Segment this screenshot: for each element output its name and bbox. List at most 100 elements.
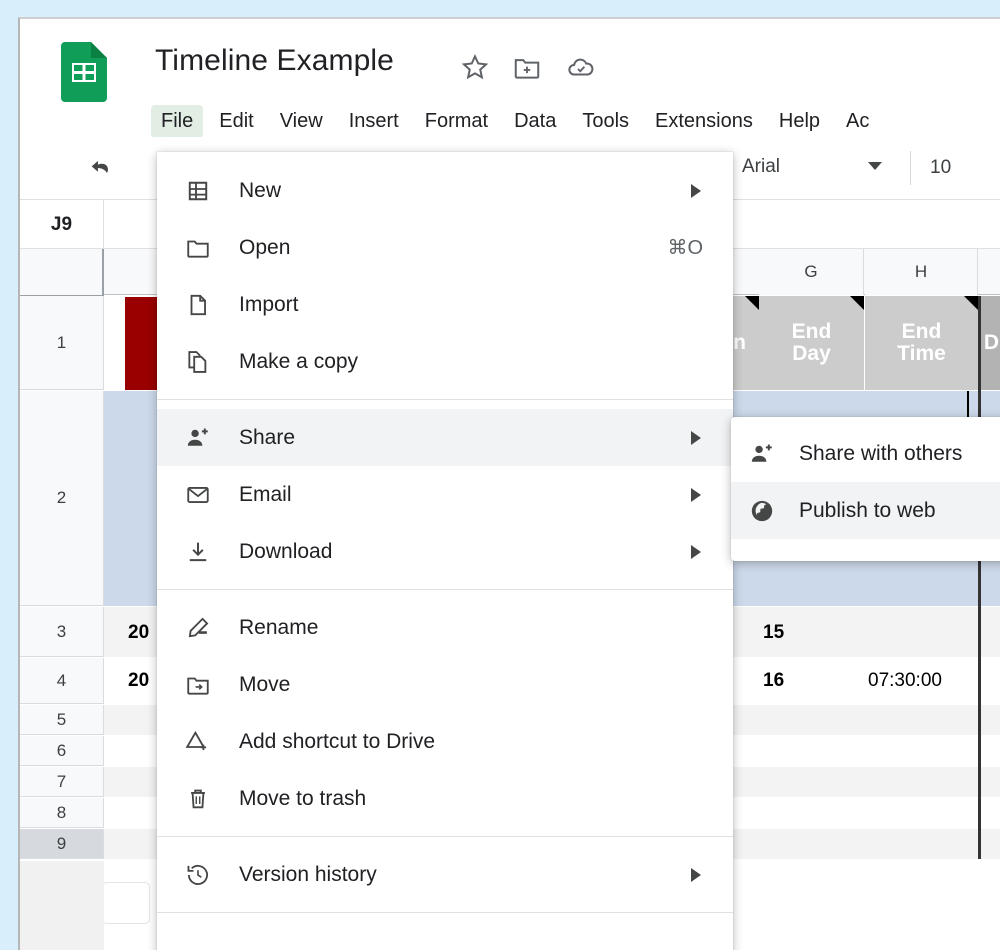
cell-A1-red[interactable] [125, 297, 158, 390]
row-header-6-label: 6 [56, 740, 67, 760]
move-folder-icon [183, 670, 213, 700]
new-spreadsheet-icon [183, 176, 213, 206]
menubar-item-format[interactable]: Format [415, 105, 498, 138]
row-header-8-label: 8 [56, 802, 67, 822]
share-submenu[interactable]: Share with others Publish to web [731, 417, 1000, 561]
cell-G4-text: 16 [763, 670, 785, 691]
menu-item-open[interactable]: Open ⌘O [157, 219, 733, 276]
menu-item-version-history[interactable]: Version history [157, 846, 733, 903]
menu-item-move-to-trash[interactable]: Move to trash [157, 770, 733, 827]
row-header-5[interactable]: 5 [20, 705, 104, 735]
header-cell-I[interactable]: D [981, 296, 1000, 390]
cell-A4-text: 20 [128, 670, 150, 691]
menubar-item-accessibility[interactable]: Ac [836, 105, 879, 138]
chevron-right-icon [691, 544, 701, 559]
google-sheets-window: Timeline Example File Edit View Insert F… [18, 17, 1000, 950]
row-header-7-label: 7 [56, 771, 67, 791]
menubar-item-extensions[interactable]: Extensions [645, 105, 763, 138]
font-family-value: Arial [742, 156, 781, 177]
row-header-8[interactable]: 8 [20, 798, 104, 828]
menu-item-import[interactable]: Import [157, 276, 733, 333]
menubar-item-insert[interactable]: Insert [339, 105, 409, 138]
menu-item-import-label: Import [239, 292, 299, 316]
cell-G4[interactable]: 16 [755, 660, 825, 702]
row-header-7[interactable]: 7 [20, 767, 104, 797]
toolbar-divider [910, 151, 911, 185]
column-header-H-label: H [914, 262, 928, 281]
menu-item-new[interactable]: New [157, 162, 733, 219]
menubar: File Edit View Insert Format Data Tools … [151, 103, 885, 139]
document-icon [183, 290, 213, 320]
header-cell-F-text: n [733, 330, 746, 354]
header-cell-G[interactable]: End Day [759, 296, 864, 390]
move-to-folder-icon[interactable] [512, 52, 542, 82]
menu-item-open-label: Open [239, 235, 291, 259]
menubar-item-edit[interactable]: Edit [209, 105, 263, 138]
menu-item-download[interactable]: Download [157, 523, 733, 580]
star-icon[interactable] [460, 52, 490, 82]
menubar-item-tools[interactable]: Tools [572, 105, 639, 138]
submenu-item-publish-to-web[interactable]: Publish to web [731, 482, 1000, 539]
cell-H4[interactable]: 07:30:00 [860, 660, 980, 702]
person-add-icon [747, 439, 777, 469]
menu-item-move-to-trash-label: Move to trash [239, 786, 367, 810]
menu-item-rename-label: Rename [239, 615, 319, 639]
menubar-item-data[interactable]: Data [504, 105, 566, 138]
menu-item-email[interactable]: Email [157, 466, 733, 523]
google-sheets-icon[interactable] [61, 42, 107, 102]
row-header-3[interactable]: 3 [20, 607, 104, 657]
chevron-right-icon [691, 183, 701, 198]
file-menu-dropdown[interactable]: New Open ⌘O Import Make a copy Share Ema… [157, 152, 733, 950]
row-header-3-label: 3 [56, 621, 67, 641]
menubar-item-view[interactable]: View [270, 105, 333, 138]
row-header-9[interactable]: 9 [20, 829, 104, 859]
menu-item-version-history-label: Version history [239, 862, 377, 886]
cell-G3-text: 15 [763, 622, 785, 643]
row-header-2[interactable]: 2 [20, 391, 104, 606]
cell-G3[interactable]: 15 [755, 611, 825, 655]
note-indicator-icon [964, 296, 978, 310]
submenu-item-publish-to-web-label: Publish to web [799, 498, 936, 522]
row-header-5-label: 5 [56, 709, 67, 729]
folder-icon [183, 233, 213, 263]
page-title[interactable]: Timeline Example [155, 44, 394, 78]
header-cell-H-line1: End [901, 319, 942, 343]
document-header: Timeline Example File Edit View Insert F… [20, 19, 1000, 139]
menu-item-share[interactable]: Share [157, 409, 733, 466]
header-cell-G-line2: Day [792, 342, 831, 365]
menubar-item-file[interactable]: File [151, 104, 204, 138]
menu-separator-2 [157, 589, 733, 590]
pencil-icon [183, 613, 213, 643]
chevron-down-icon [868, 162, 882, 170]
undo-icon[interactable] [88, 155, 116, 183]
person-add-icon [183, 423, 213, 453]
copy-icon [183, 347, 213, 377]
history-icon [183, 860, 213, 890]
font-family-selector[interactable]: Arial [720, 149, 900, 185]
row-header-4[interactable]: 4 [20, 658, 104, 704]
menu-separator-1 [157, 399, 733, 400]
column-header-H[interactable]: H [865, 249, 978, 295]
trash-icon [183, 784, 213, 814]
header-cell-H-line2: Time [897, 342, 946, 365]
menu-item-open-shortcut: ⌘O [667, 237, 703, 259]
select-all-corner[interactable] [20, 249, 104, 295]
chevron-right-icon [691, 867, 701, 882]
menu-separator-3 [157, 836, 733, 837]
row-header-6[interactable]: 6 [20, 736, 104, 766]
menubar-item-help[interactable]: Help [769, 105, 830, 138]
menu-item-rename[interactable]: Rename [157, 599, 733, 656]
row-header-1[interactable]: 1 [20, 296, 104, 390]
sheet-tab-button[interactable] [102, 882, 150, 924]
menu-item-add-shortcut-to-drive[interactable]: Add shortcut to Drive [157, 713, 733, 770]
grid-bottom-filler [20, 861, 104, 950]
column-header-G[interactable]: G [759, 249, 864, 295]
note-indicator-icon [745, 296, 759, 310]
menu-item-make-a-copy[interactable]: Make a copy [157, 333, 733, 390]
cloud-saved-icon[interactable] [566, 52, 596, 82]
font-size-value[interactable]: 10 [930, 157, 951, 179]
header-cell-H[interactable]: End Time [865, 296, 978, 390]
name-box[interactable]: J9 [20, 200, 104, 249]
menu-item-move[interactable]: Move [157, 656, 733, 713]
submenu-item-share-with-others[interactable]: Share with others [731, 425, 1000, 482]
